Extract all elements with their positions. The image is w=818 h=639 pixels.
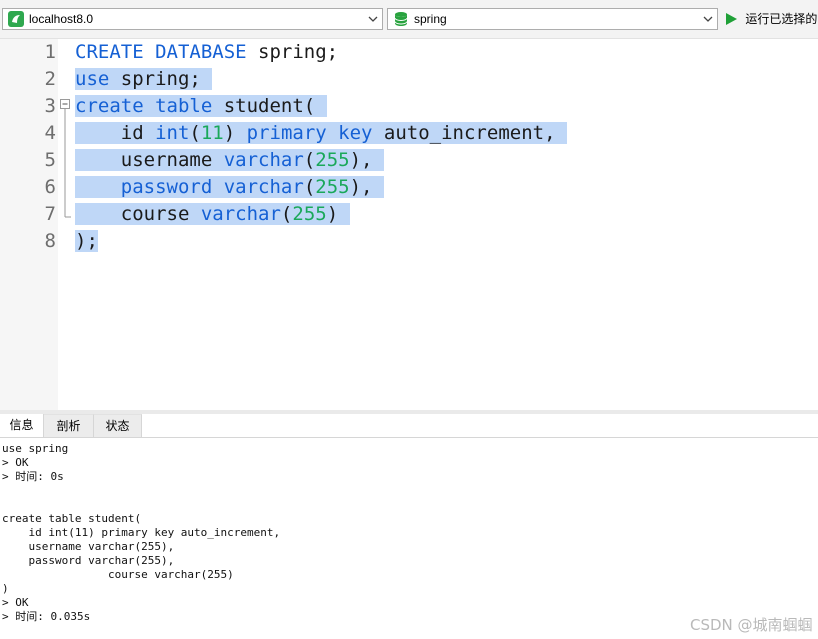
connection-value: localhost8.0 bbox=[29, 12, 94, 26]
line-number: 3 bbox=[44, 95, 56, 117]
log-line: password varchar(255), bbox=[2, 554, 175, 567]
tab-info[interactable]: 信息 bbox=[0, 414, 44, 437]
code-line-4: id int(11) primary key auto_increment, bbox=[75, 122, 567, 144]
connection-select[interactable]: localhost8.0 bbox=[2, 8, 383, 30]
watermark: CSDN @城南蝈蝈 bbox=[690, 616, 813, 634]
run-selected-label: 运行已选择的 bbox=[745, 12, 818, 26]
chevron-down-icon bbox=[703, 16, 713, 22]
run-selected-button[interactable]: 运行已选择的 bbox=[724, 10, 817, 30]
code-line-7: course varchar(255) bbox=[75, 203, 350, 225]
log-line: > OK bbox=[2, 456, 29, 469]
log-line: > 时间: 0s bbox=[2, 470, 64, 483]
code-line-5: username varchar(255), bbox=[75, 149, 384, 171]
code-line-6: password varchar(255), bbox=[75, 174, 384, 201]
database-value: spring bbox=[414, 12, 447, 26]
log-line: > OK bbox=[2, 596, 29, 609]
line-gutter: 1 2 3 4 5 6 7 8 bbox=[0, 39, 58, 410]
sql-editor[interactable]: 1 2 3 4 5 6 7 8 CREATE DATABASE spring; … bbox=[0, 39, 818, 410]
line-number: 4 bbox=[44, 122, 56, 144]
line-number: 2 bbox=[44, 68, 56, 90]
message-log: use spring > OK > 时间: 0s create table st… bbox=[0, 442, 818, 639]
result-tabs: 信息 剖析 状态 bbox=[0, 414, 818, 438]
log-line: create table student( bbox=[2, 512, 142, 525]
line-number: 1 bbox=[44, 41, 56, 63]
tab-profile[interactable]: 剖析 bbox=[44, 414, 94, 437]
line-number: 7 bbox=[44, 203, 56, 225]
tab-status[interactable]: 状态 bbox=[94, 414, 142, 437]
code-line-3: create table student( bbox=[75, 95, 327, 117]
connection-icon bbox=[8, 11, 24, 27]
database-icon bbox=[394, 12, 408, 26]
log-line: use spring bbox=[2, 442, 69, 455]
code-line-2: use spring; bbox=[75, 68, 213, 90]
line-number: 5 bbox=[44, 149, 56, 171]
code-line-8: ); bbox=[75, 230, 98, 252]
line-number: 8 bbox=[44, 230, 56, 252]
fold-collapse-icon[interactable] bbox=[58, 97, 72, 221]
play-icon bbox=[726, 12, 737, 25]
database-select[interactable]: spring bbox=[387, 8, 718, 30]
log-line: course varchar(255) bbox=[2, 568, 234, 581]
log-line: id int(11) primary key auto_increment, bbox=[2, 526, 281, 539]
line-number: 6 bbox=[44, 176, 56, 198]
log-line: > 时间: 0.035s bbox=[2, 610, 91, 623]
log-line: ) bbox=[2, 582, 9, 595]
toolbar: localhost8.0 spring 运行已选择的 bbox=[0, 0, 818, 39]
log-line: username varchar(255), bbox=[2, 540, 175, 553]
chevron-down-icon bbox=[368, 16, 378, 22]
code-line-1: CREATE DATABASE spring; bbox=[75, 41, 339, 63]
